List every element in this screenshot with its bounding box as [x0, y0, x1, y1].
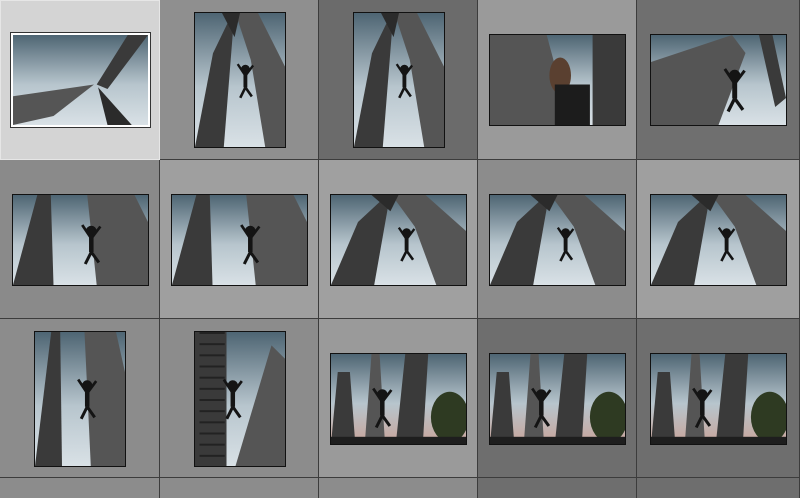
- thumbnail-cell-climber-tall-slab[interactable]: [0, 319, 160, 478]
- thumbnail-cell-climber-stepped-tower[interactable]: [160, 319, 319, 478]
- photo-icon[interactable]: [650, 353, 787, 445]
- photo-icon[interactable]: [11, 33, 150, 127]
- thumbnail-grid: [0, 0, 800, 498]
- thumbnail-cell-partial[interactable]: [637, 478, 800, 498]
- photo-icon[interactable]: [34, 331, 126, 467]
- thumbnail-cell-pillars-dusk-a[interactable]: [319, 319, 478, 478]
- thumbnail-cell-climber-closeup-wall[interactable]: [478, 0, 637, 160]
- thumbnail-cell-climber-crouch-side[interactable]: [637, 0, 800, 160]
- photo-icon[interactable]: [489, 194, 626, 286]
- photo-icon[interactable]: [650, 34, 787, 126]
- thumbnail-cell-monument-arms-up[interactable]: [0, 0, 160, 160]
- thumbnail-cell-climber-left-column[interactable]: [0, 160, 160, 319]
- photo-icon[interactable]: [12, 194, 149, 286]
- photo-icon[interactable]: [330, 194, 467, 286]
- photo-icon[interactable]: [489, 353, 626, 445]
- thumbnail-cell-partial[interactable]: [0, 478, 160, 498]
- photo-icon[interactable]: [194, 12, 286, 148]
- thumbnail-cell-climber-under-arch-a[interactable]: [319, 160, 478, 319]
- thumbnail-cell-pillars-dusk-c[interactable]: [637, 319, 800, 478]
- thumbnail-cell-climber-under-arch-c[interactable]: [637, 160, 800, 319]
- thumbnail-cell-climber-between-pillars[interactable]: [160, 0, 319, 160]
- thumbnail-cell-climber-arch-high[interactable]: [319, 0, 478, 160]
- thumbnail-cell-partial[interactable]: [319, 478, 478, 498]
- thumbnail-cell-pillars-dusk-b[interactable]: [478, 319, 637, 478]
- thumbnail-cell-climber-mid-column[interactable]: [160, 160, 319, 319]
- photo-icon[interactable]: [171, 194, 308, 286]
- thumbnail-cell-climber-under-arch-b[interactable]: [478, 160, 637, 319]
- photo-icon[interactable]: [489, 34, 626, 126]
- thumbnail-cell-partial[interactable]: [478, 478, 637, 498]
- photo-icon[interactable]: [650, 194, 787, 286]
- photo-icon[interactable]: [330, 353, 467, 445]
- photo-icon[interactable]: [353, 12, 445, 148]
- thumbnail-cell-partial[interactable]: [160, 478, 319, 498]
- photo-icon[interactable]: [194, 331, 286, 467]
